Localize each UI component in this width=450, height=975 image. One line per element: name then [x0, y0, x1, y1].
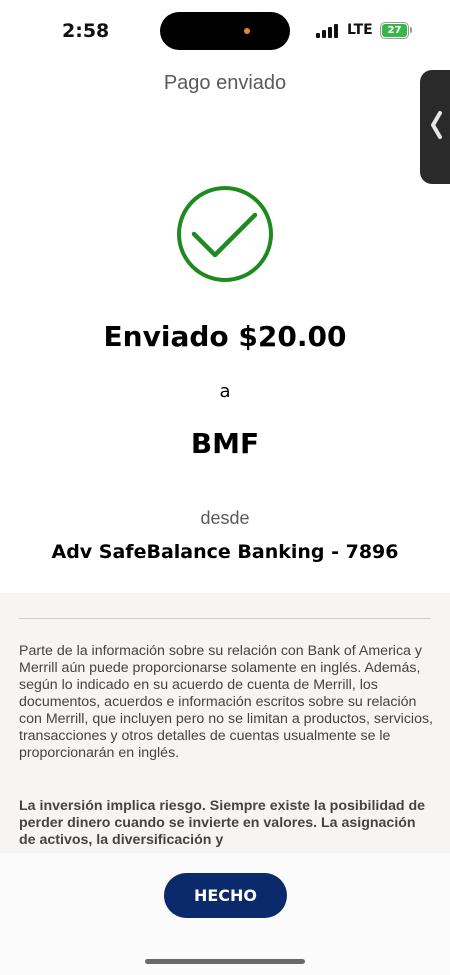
chevron-left-icon	[431, 111, 442, 139]
from-label: desde	[200, 508, 250, 528]
disclosure-text: Parte de la información sobre su relació…	[19, 643, 433, 761]
side-panel-handle[interactable]	[420, 70, 450, 184]
battery-level: 27	[382, 24, 407, 37]
to-label: a	[219, 381, 231, 402]
done-button[interactable]: HECHO	[164, 873, 287, 918]
dynamic-island	[160, 12, 290, 50]
checkmark-circle-icon	[177, 186, 273, 282]
status-time: 2:58	[62, 20, 110, 42]
battery-icon: 27	[380, 22, 412, 39]
home-indicator[interactable]	[145, 959, 305, 964]
footer: HECHO	[0, 853, 450, 975]
from-account: Adv SafeBalance Banking - 7896	[51, 541, 399, 563]
disclosure-section[interactable]: Parte de la información sobre su relació…	[0, 593, 450, 853]
network-type: LTE	[347, 22, 373, 38]
risk-disclosure-text: La inversión implica riesgo. Siempre exi…	[19, 798, 426, 848]
battery-nub	[410, 27, 412, 33]
status-bar: 2:58 LTE 27	[0, 0, 450, 62]
sent-amount: Enviado $20.00	[103, 320, 347, 353]
divider	[19, 618, 431, 619]
recipient-name: BMF	[190, 427, 260, 460]
cellular-signal-icon	[316, 24, 338, 38]
page-title: Pago enviado	[163, 72, 287, 94]
camera-indicator-dot	[244, 28, 250, 34]
